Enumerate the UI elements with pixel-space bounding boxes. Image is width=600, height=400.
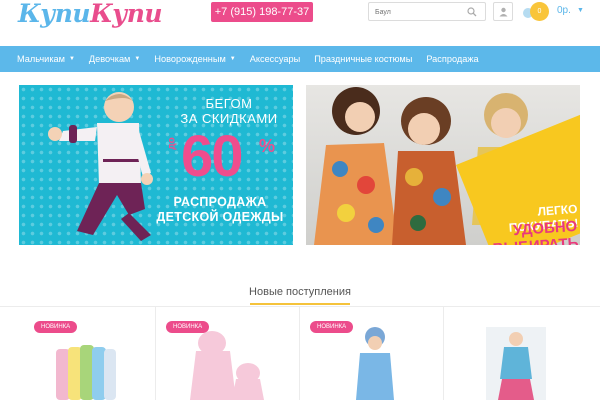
search-input[interactable] [375, 6, 465, 18]
logo-part-2: Купи [90, 0, 163, 28]
main-navigation: Мальчикам ▼ Девочкам ▼ Новорожденным ▼ Аксе… [0, 46, 600, 72]
nav-label: Распродажа [426, 54, 479, 64]
product-card[interactable]: НОВИНКА [156, 307, 300, 400]
search-box [368, 2, 486, 21]
chevron-down-icon: ▼ [68, 56, 75, 62]
site-logo[interactable]: КупиКупи [18, 0, 178, 28]
discount-percent: 60 [181, 124, 243, 189]
cart-count: 0 [537, 8, 542, 15]
baby-photo [48, 92, 153, 241]
product-card[interactable]: НОВИНКА [12, 307, 156, 400]
sale-text-line1: РАСПРОДАЖА [173, 195, 267, 209]
product-image [356, 327, 394, 400]
product-image [486, 327, 546, 400]
product-image [190, 331, 264, 400]
cart-button[interactable]: 0 [530, 2, 549, 21]
nav-label: Новорожденным [154, 54, 226, 64]
nav-item-sale[interactable]: Распродажа [426, 54, 478, 64]
nav-label: Мальчикам [17, 54, 65, 64]
nav-item-accessories[interactable]: Аксессуары [250, 54, 300, 64]
product-card[interactable]: НОВИНКА [300, 307, 444, 400]
product-card[interactable] [444, 307, 588, 400]
cart-total[interactable]: 0р. [557, 5, 571, 16]
chevron-down-icon: ▼ [134, 56, 141, 62]
nav-item-boys[interactable]: Мальчикам ▼ [17, 54, 75, 64]
chevron-down-icon[interactable]: ▼ [577, 7, 584, 14]
logo-part-1: Купи [18, 0, 91, 28]
account-button[interactable] [493, 2, 513, 21]
percent-sign: % [259, 136, 276, 156]
phone-number-button[interactable]: +7 (915) 198-77-37 [211, 2, 313, 22]
sale-text-line2: ДЕТСКОЙ ОДЕЖДЫ [156, 210, 284, 224]
title-underline [250, 303, 350, 305]
nav-item-girls[interactable]: Девочкам ▼ [89, 54, 140, 64]
chevron-down-icon: ▼ [229, 56, 236, 62]
search-icon[interactable] [467, 7, 477, 17]
nav-label: Аксессуары [249, 54, 301, 64]
site-header: КупиКупи +7 (915) 198-77-37 0 0р. ▼ [0, 0, 600, 46]
nav-item-newborns[interactable]: Новорожденным ▼ [154, 54, 235, 64]
discount-prefix: до [166, 137, 178, 150]
banner-headline-line1: БЕГОМ [205, 96, 253, 111]
nav-label: Праздничные костюмы [314, 54, 413, 64]
product-image [56, 345, 116, 400]
promo-banner[interactable]: ЛЕГКО ПОКУПАТЬ! УДОБНО ВЫБИРАТЬ [306, 85, 580, 245]
new-arrivals-title: Новые поступления [249, 286, 351, 298]
nav-label: Девочкам [88, 54, 131, 64]
user-icon [499, 7, 508, 17]
nav-item-costumes[interactable]: Праздничные костюмы [314, 54, 412, 64]
sale-banner[interactable]: БЕГОМ ЗА СКИДКАМИ до 60 % РАСПРОДАЖА ДЕТ… [19, 85, 293, 245]
